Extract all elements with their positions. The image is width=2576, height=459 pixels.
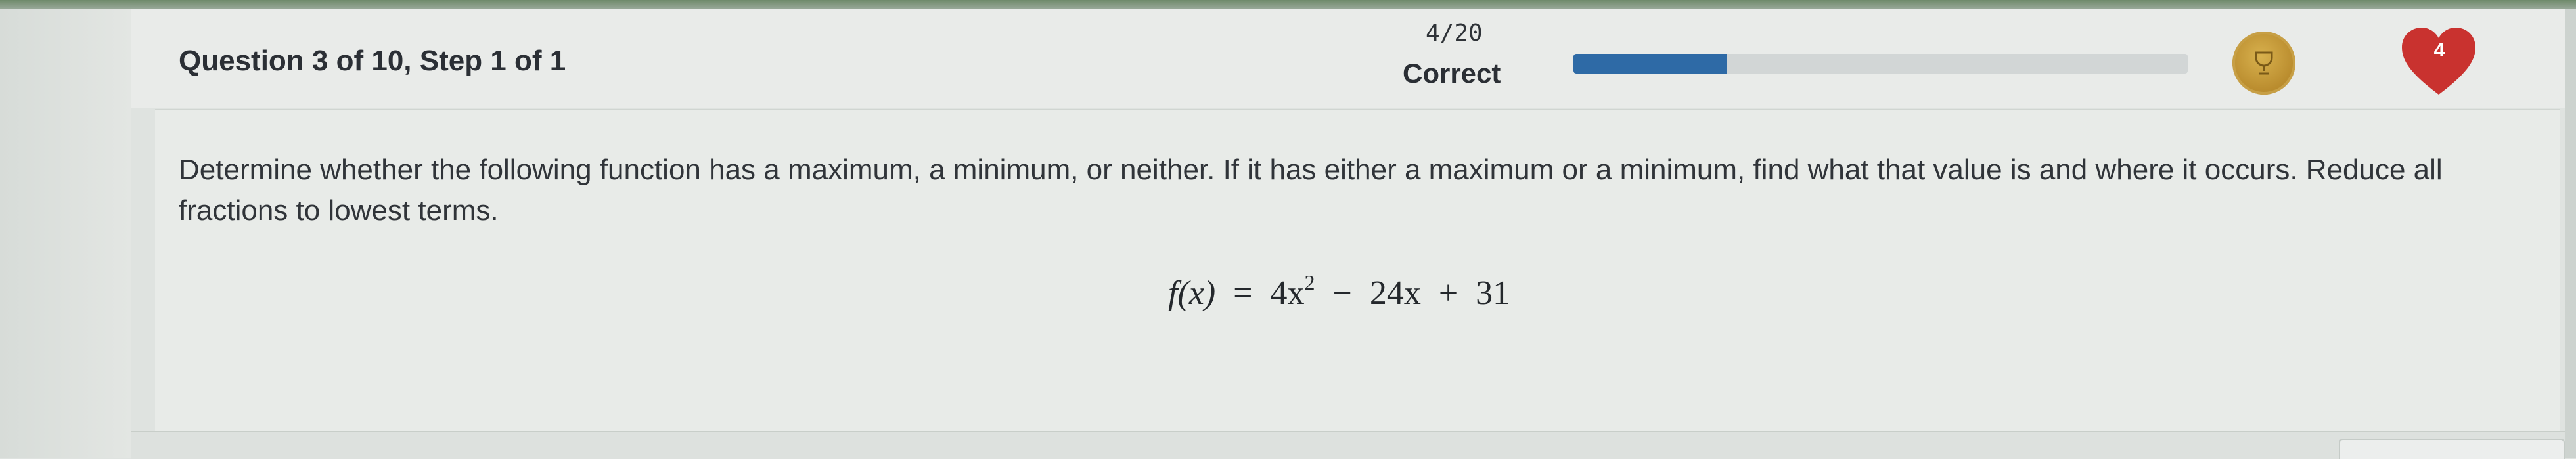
- question-step-label: Question 3 of 10, Step 1 of 1: [179, 45, 566, 77]
- progress-bar: [1573, 54, 2188, 74]
- right-margin: [2565, 9, 2576, 458]
- answer-area-edge: [131, 431, 2565, 459]
- submit-button[interactable]: [2339, 439, 2565, 459]
- function-formula: f(x) = 4x2 − 24x + 31: [1168, 271, 1519, 313]
- lives-count: 4: [2433, 39, 2445, 61]
- trophy-glyph-icon: [2255, 51, 2273, 75]
- formula-term-1-base: 4x: [1270, 274, 1305, 312]
- formula-operator-1: −: [1332, 274, 1352, 312]
- formula-equals: =: [1233, 274, 1253, 312]
- score-status: Correct: [1403, 58, 1501, 89]
- formula-operator-2: +: [1438, 274, 1458, 312]
- formula-term-2: 24x: [1369, 274, 1421, 312]
- trophy-coin-icon[interactable]: [2232, 32, 2295, 95]
- progress-bar-fill: [1573, 54, 1727, 74]
- score-fraction: 4/20: [1426, 20, 1483, 47]
- formula-exponent: 2: [1304, 271, 1315, 294]
- question-prompt: Determine whether the following function…: [179, 154, 2443, 227]
- window-top-strip: [0, 0, 2576, 9]
- formula-term-1: 4x2: [1270, 271, 1315, 312]
- left-margin: [0, 9, 131, 458]
- formula-lhs: f(x): [1168, 274, 1216, 312]
- formula-term-3: 31: [1476, 274, 1510, 312]
